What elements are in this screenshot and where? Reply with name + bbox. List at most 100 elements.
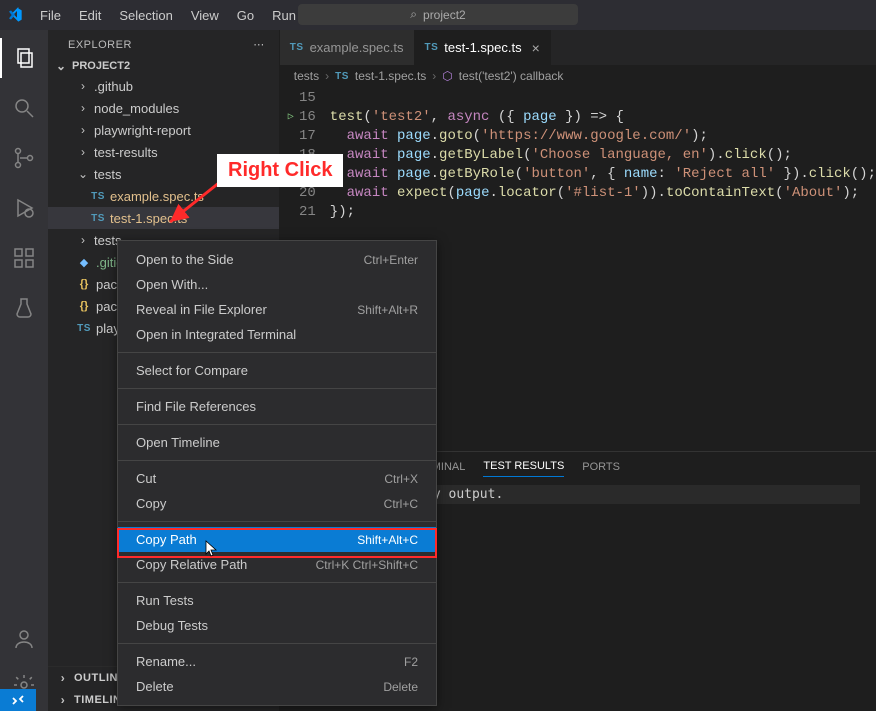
context-menu-shortcut: Ctrl+Enter bbox=[364, 253, 418, 267]
context-menu-shortcut: Shift+Alt+R bbox=[357, 303, 418, 317]
context-menu-item[interactable]: Open With... bbox=[118, 272, 436, 297]
editor-tab[interactable]: TSexample.spec.ts bbox=[280, 30, 415, 65]
tab-label: test-1.spec.ts bbox=[444, 40, 521, 55]
context-menu-separator bbox=[118, 424, 436, 425]
menu-file[interactable]: File bbox=[32, 4, 69, 27]
tree-folder[interactable]: ›.github bbox=[48, 75, 279, 97]
chevron-right-icon: › bbox=[76, 79, 90, 93]
context-menu-label: Copy bbox=[136, 496, 166, 511]
context-menu-item[interactable]: Find File References bbox=[118, 394, 436, 419]
tree-folder[interactable]: ›playwright-report bbox=[48, 119, 279, 141]
context-menu-label: Copy Path bbox=[136, 532, 197, 547]
context-menu-item[interactable]: Rename...F2 bbox=[118, 649, 436, 674]
ts-icon: TS bbox=[90, 213, 106, 224]
project-header[interactable]: ⌄ PROJECT2 bbox=[48, 57, 279, 75]
chevron-right-icon: › bbox=[76, 101, 90, 115]
ts-icon: TS bbox=[90, 191, 106, 202]
editor-tab[interactable]: TS test-1.spec.ts × bbox=[415, 30, 551, 65]
context-menu-shortcut: Ctrl+X bbox=[384, 472, 418, 486]
context-menu-label: Select for Compare bbox=[136, 363, 248, 378]
code-line[interactable]: 18 await page.getByLabel('Choose languag… bbox=[280, 146, 876, 165]
vscode-icon bbox=[6, 7, 24, 23]
context-menu-item[interactable]: Cut Ctrl+X bbox=[118, 466, 436, 491]
line-number: 21 bbox=[280, 203, 330, 222]
close-icon[interactable]: × bbox=[532, 40, 540, 56]
json-icon: {} bbox=[76, 278, 92, 290]
context-menu-shortcut: F2 bbox=[404, 655, 418, 669]
search-icon[interactable] bbox=[0, 88, 48, 128]
menu-view[interactable]: View bbox=[183, 4, 227, 27]
ts-icon: TS bbox=[290, 42, 304, 53]
context-menu-item[interactable]: Open Timeline bbox=[118, 430, 436, 455]
menu-go[interactable]: Go bbox=[229, 4, 262, 27]
testing-icon[interactable] bbox=[0, 288, 48, 328]
context-menu-label: Open in Integrated Terminal bbox=[136, 327, 296, 342]
breadcrumb-part[interactable]: test('test2') callback bbox=[459, 69, 564, 83]
file-icon: ◆ bbox=[76, 256, 92, 269]
menu-edit[interactable]: Edit bbox=[71, 4, 109, 27]
panel-tab[interactable]: PORTS bbox=[582, 457, 620, 477]
breadcrumb-part[interactable]: tests bbox=[294, 69, 319, 83]
remote-indicator[interactable] bbox=[0, 689, 36, 711]
menu-selection[interactable]: Selection bbox=[111, 4, 180, 27]
code-line[interactable]: 15 bbox=[280, 89, 876, 108]
context-menu-item[interactable]: DeleteDelete bbox=[118, 674, 436, 699]
command-center[interactable]: ⌕ project2 bbox=[298, 4, 578, 25]
context-menu-item[interactable]: Open in Integrated Terminal bbox=[118, 322, 436, 347]
tree-item-label: test-results bbox=[94, 145, 158, 160]
breadcrumbs[interactable]: tests › TS test-1.spec.ts › ⬡ test('test… bbox=[280, 65, 876, 87]
line-number: 15 bbox=[280, 89, 330, 108]
context-menu-item[interactable]: Copy Ctrl+C bbox=[118, 491, 436, 516]
explorer-icon[interactable] bbox=[0, 38, 48, 78]
context-menu-item[interactable]: Select for Compare bbox=[118, 358, 436, 383]
code-line[interactable]: 21}); bbox=[280, 203, 876, 222]
command-center-text: project2 bbox=[423, 8, 466, 22]
chevron-right-icon: › bbox=[432, 69, 436, 83]
menubar: File Edit Selection View Go Run … ← → ⌕ … bbox=[0, 0, 876, 30]
search-icon: ⌕ bbox=[410, 7, 417, 22]
chevron-right-icon: › bbox=[76, 123, 90, 137]
tree-file[interactable]: TStest-1.spec.ts bbox=[48, 207, 279, 229]
run-debug-icon[interactable] bbox=[0, 188, 48, 228]
context-menu-item[interactable]: Reveal in File ExplorerShift+Alt+R bbox=[118, 297, 436, 322]
chevron-right-icon: › bbox=[76, 145, 90, 159]
context-menu: Open to the SideCtrl+EnterOpen With...Re… bbox=[117, 240, 437, 706]
tree-file[interactable]: TSexample.spec.ts bbox=[48, 185, 279, 207]
panel-tab[interactable]: TEST RESULTS bbox=[483, 456, 564, 477]
chevron-right-icon: › bbox=[325, 69, 329, 83]
context-menu-label: Copy Relative Path bbox=[136, 557, 247, 572]
json-icon: {} bbox=[76, 300, 92, 312]
code-line[interactable]: 19💡 await page.getByRole('button', { nam… bbox=[280, 165, 876, 184]
sidebar-title: EXPLORER bbox=[68, 39, 132, 51]
accounts-icon[interactable] bbox=[0, 619, 48, 659]
context-menu-shortcut: Ctrl+C bbox=[384, 497, 418, 511]
ts-icon: TS bbox=[76, 323, 92, 334]
code-line[interactable]: 16▷test('test2', async ({ page }) => { bbox=[280, 108, 876, 127]
tree-folder[interactable]: ›node_modules bbox=[48, 97, 279, 119]
context-menu-separator bbox=[118, 582, 436, 583]
annotation-arrow-icon bbox=[165, 180, 225, 233]
context-menu-label: Open to the Side bbox=[136, 252, 234, 267]
code-line[interactable]: 20 await expect(page.locator('#list-1'))… bbox=[280, 184, 876, 203]
context-menu-separator bbox=[118, 643, 436, 644]
breadcrumb-part[interactable]: test-1.spec.ts bbox=[355, 69, 426, 83]
chevron-down-icon: ⌄ bbox=[54, 59, 68, 73]
project-name: PROJECT2 bbox=[72, 60, 130, 72]
context-menu-item[interactable]: Copy PathShift+Alt+C bbox=[118, 527, 436, 552]
context-menu-label: Delete bbox=[136, 679, 174, 694]
context-menu-separator bbox=[118, 460, 436, 461]
context-menu-label: Cut bbox=[136, 471, 156, 486]
extensions-icon[interactable] bbox=[0, 238, 48, 278]
source-control-icon[interactable] bbox=[0, 138, 48, 178]
context-menu-item[interactable]: Open to the Side Ctrl+Enter bbox=[118, 247, 436, 272]
code-line[interactable]: 17 await page.goto('https://www.google.c… bbox=[280, 127, 876, 146]
ts-icon: TS bbox=[425, 42, 439, 53]
sidebar-more-icon[interactable]: ⋯ bbox=[253, 38, 265, 51]
context-menu-separator bbox=[118, 352, 436, 353]
context-menu-item[interactable]: Run Tests bbox=[118, 588, 436, 613]
code-text: await expect(page.locator('#list-1')).to… bbox=[330, 184, 859, 203]
context-menu-item[interactable]: Copy Relative Path Ctrl+K Ctrl+Shift+C bbox=[118, 552, 436, 577]
context-menu-shortcut: Ctrl+K Ctrl+Shift+C bbox=[316, 558, 418, 572]
run-test-icon[interactable]: ▷ bbox=[288, 108, 294, 127]
context-menu-item[interactable]: Debug Tests bbox=[118, 613, 436, 638]
